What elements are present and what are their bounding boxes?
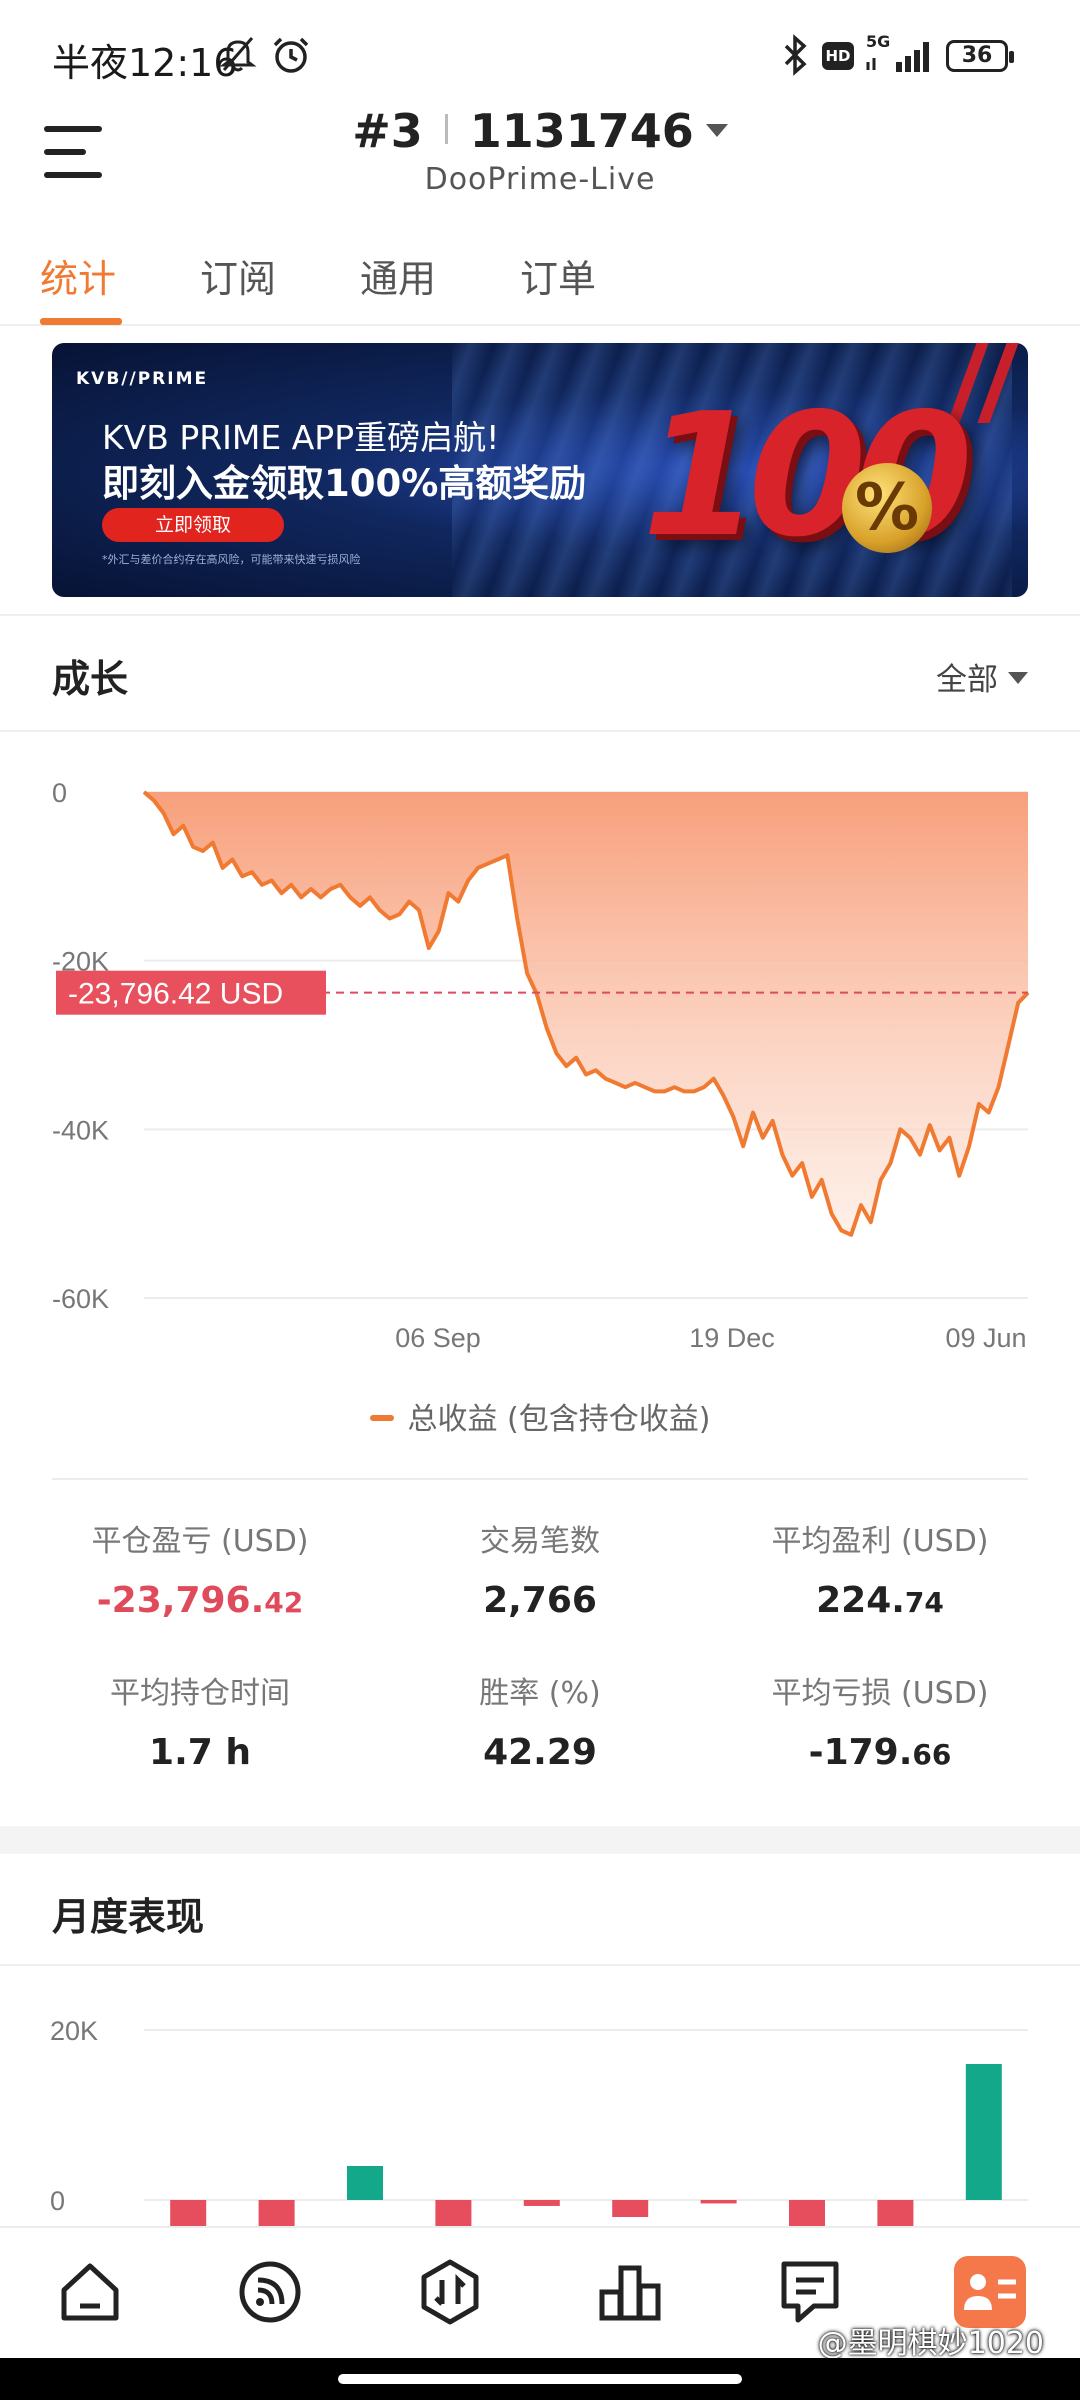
stat-label: 平均亏损 (USD) [771,1676,989,1711]
signal-icon [239,2261,301,2323]
monthly-chart[interactable]: 20K 0 [0,1960,1080,2232]
stat-value: 224.74 [816,1580,944,1621]
section-divider [0,614,1080,616]
monthly-bar[interactable] [965,2064,1002,2200]
banner-headline: KVB PRIME APP重磅启航! [102,418,500,457]
stat-avg-hold-time: 平均持仓时间 1.7 h [30,1668,370,1773]
home-indicator[interactable] [338,2374,742,2384]
stat-label: 胜率 (%) [479,1676,601,1711]
stat-value: 1.7 h [149,1732,251,1773]
stat-label: 平均持仓时间 [110,1676,290,1711]
stat-avg-profit: 平均盈利 (USD) 224.74 [710,1516,1050,1621]
nav-signals[interactable] [234,2256,306,2328]
banner-subheadline: 即刻入金领取100%高额奖励 [102,462,587,505]
chevron-down-icon [1008,672,1028,684]
mute-bell-icon [219,37,257,72]
growth-chart[interactable]: 0-20K-40K-60K 06 Sep 19 Dec 09 Jun -23,796… [0,760,1080,1360]
monthly-bar[interactable] [347,2166,383,2200]
hd-badge: HD [822,42,854,70]
section-divider [52,1478,1028,1480]
stat-value: 2,766 [483,1580,597,1621]
monthly-bar[interactable] [523,2200,560,2206]
home-icon [61,2263,119,2321]
y-tick-label: 20K [50,2016,98,2046]
gesture-bar [0,2358,1080,2400]
stat-value: -23,796.42 [96,1580,304,1621]
nav-charts[interactable] [594,2256,666,2328]
legend-label: 总收益 (包含持仓收益) [407,1402,711,1437]
monthly-bar[interactable] [612,2200,649,2217]
promo-banner[interactable]: KVB//PRIME KVB PRIME APP重磅启航! 即刻入金领取100%… [52,343,1028,597]
x-tick-label: 19 Dec [689,1323,775,1353]
period-filter-label: 全部 [936,662,998,698]
legend-swatch [369,1415,394,1421]
status-bar: 半夜12:16 HD 5G 36 [0,0,1080,110]
active-tab-indicator [40,318,122,325]
alarm-icon [273,37,309,73]
banner-cta-button[interactable]: 立即领取 [102,508,284,542]
stat-label: 平均盈利 (USD) [771,1524,989,1559]
stat-value: 42.29 [483,1732,597,1773]
tab-general[interactable]: 通用 [360,248,436,303]
stat-closed-pnl: 平仓盈亏 (USD) -23,796.42 [30,1516,370,1621]
x-tick-label: 06 Sep [395,1323,481,1353]
tab-statistics[interactable]: 统计 [40,248,116,303]
section-divider [0,730,1080,732]
trade-icon [421,2259,479,2325]
stat-avg-loss: 平均亏损 (USD) -179.66 [710,1668,1050,1773]
banner-percent-coin: % [842,463,932,553]
account-number: 1131746 [469,104,694,158]
nav-trade[interactable] [414,2256,486,2328]
stat-value: -179.66 [808,1732,952,1773]
tab-orders[interactable]: 订单 [520,248,596,303]
growth-title: 成长 [52,657,129,701]
y-tick-label: 0 [52,778,67,808]
monthly-bar[interactable] [700,2200,737,2204]
signal-bars-icon [866,42,929,72]
account-selector[interactable]: #3 1131746 DooPrime-Live [0,104,1080,197]
status-time: 半夜12:16 [52,41,238,85]
banner-brand-logo: KVB//PRIME [76,369,209,389]
chevron-down-icon [705,124,728,137]
account-prefix: #3 [352,104,423,158]
y-tick-label: -40K [52,1115,109,1145]
tab-subscribe[interactable]: 订阅 [200,248,276,303]
x-tick-label: 09 Jun [945,1323,1026,1353]
tab-bar: 统计 订阅 通用 订单 [0,240,1080,326]
stat-win-rate: 胜率 (%) 42.29 [370,1668,710,1773]
server-name: DooPrime-Live [424,162,656,197]
nav-home[interactable] [54,2256,126,2328]
banner-disclaimer: *外汇与差价合约存在高风险，可能带来快速亏损风险 [102,553,361,566]
monthly-title: 月度表现 [52,1895,205,1939]
watermark: @墨明棋妙1020 [817,2326,1044,2361]
battery-indicator: 36 [946,40,1014,72]
stat-label: 交易笔数 [480,1524,600,1559]
account-separator [444,114,448,144]
y-tick-label: 0 [50,2186,65,2216]
stats-icon [599,2265,661,2321]
current-value-label: -23,796.42 USD [68,978,283,1011]
stat-trade-count: 交易笔数 2,766 [370,1516,710,1621]
period-filter[interactable]: 全部 [936,654,1028,699]
section-gap [0,1826,1080,1854]
chart-legend[interactable]: 总收益 (包含持仓收益) [0,1394,1080,1438]
bluetooth-icon [784,34,807,76]
stat-label: 平仓盈亏 (USD) [91,1524,309,1559]
y-tick-label: -60K [52,1284,109,1314]
